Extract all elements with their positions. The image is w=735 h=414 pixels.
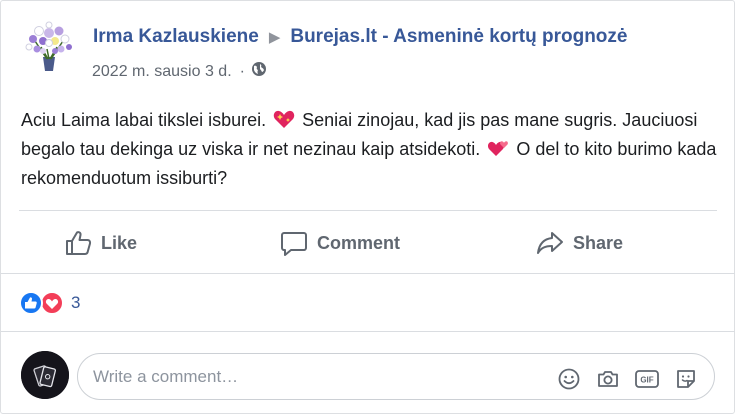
share-label: Share [573,232,624,253]
reaction-count: 3 [71,293,81,312]
two-hearts-icon [487,138,509,165]
share-button[interactable]: Share [536,223,623,263]
separator-dot: · [239,62,245,80]
target-page-link[interactable]: Burejas.lt - Asmeninė kortų prognozė [290,26,627,48]
globe-icon [251,61,267,82]
author-avatar[interactable] [21,19,77,75]
reactions-summary[interactable]: 3 [19,291,80,315]
sparkling-heart-icon [273,109,295,136]
like-reaction-icon [19,291,43,315]
arrow-right-icon: ▶ [268,29,281,46]
action-bar: Like Comment Share [1,223,735,263]
gif-icon[interactable]: GIF [633,365,661,393]
post-date[interactable]: 2022 m. sausio 3 d. [92,63,232,81]
thumbs-up-icon [66,231,92,255]
svg-text:GIF: GIF [640,376,653,385]
comment-tools: GIF [555,365,700,393]
divider [1,273,735,274]
post-message: Aciu Laima labai tikslei isburei. Seniai… [21,107,721,191]
love-reaction-icon [40,291,64,315]
post-card: Irma Kazlauskiene ▶ Burejas.lt - Asmenin… [0,0,735,414]
comment-input-box[interactable]: Write a comment… GIF [77,353,715,400]
viewer-avatar[interactable] [21,351,69,399]
share-arrow-icon [537,232,563,254]
emoji-icon[interactable] [555,365,583,393]
comment-input[interactable]: Write a comment… [93,367,238,387]
like-label: Like [101,232,138,253]
divider [1,331,735,332]
post-meta: 2022 m. sausio 3 d. · [92,61,267,82]
reaction-icons [19,291,67,315]
like-button[interactable]: Like [64,223,137,263]
camera-icon[interactable] [594,365,622,393]
author-name-link[interactable]: Irma Kazlauskiene [93,26,259,48]
sticker-icon[interactable] [672,365,700,393]
divider [19,210,717,211]
comment-button[interactable]: Comment [280,223,400,263]
comment-label: Comment [317,232,401,253]
comment-bubble-icon [281,232,307,256]
post-header: Irma Kazlauskiene ▶ Burejas.lt - Asmenin… [93,26,627,48]
post-text-part1: Aciu Laima labai tikslei isburei. [21,110,267,130]
